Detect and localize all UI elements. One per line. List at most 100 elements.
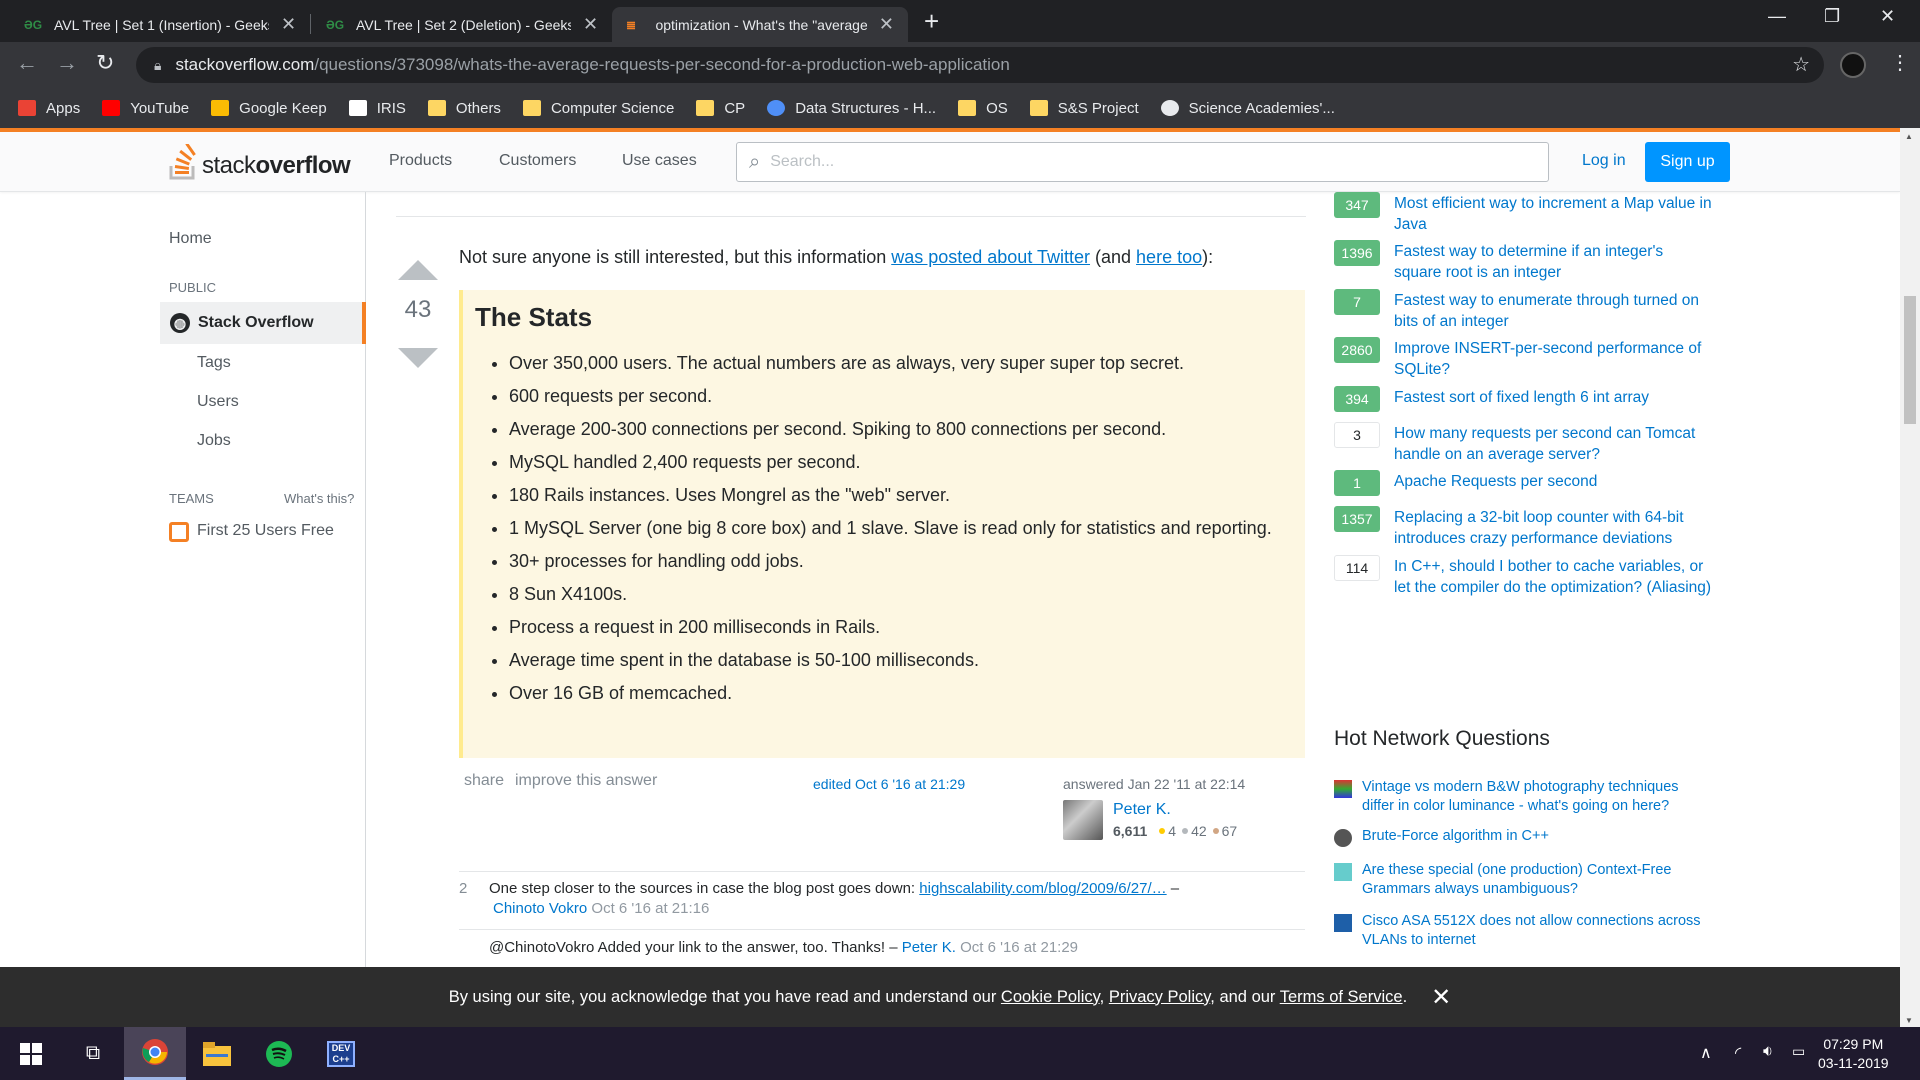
bookmark-star-icon[interactable]: ☆ <box>1792 52 1810 77</box>
bookmark-label: S&S Project <box>1057 99 1139 117</box>
dev-cpp-icon[interactable]: DEV C++ <box>310 1027 372 1080</box>
scroll-down-icon[interactable]: ▼ <box>1905 1016 1913 1025</box>
upvote-button[interactable] <box>398 260 438 280</box>
close-icon[interactable]: ✕ <box>1431 983 1451 1012</box>
twitter-post-link[interactable]: was posted about Twitter <box>891 247 1090 267</box>
comment-author-link[interactable]: Peter K. <box>902 939 956 956</box>
task-view-icon[interactable]: ⧉ <box>62 1027 124 1080</box>
reload-button[interactable]: ↻ <box>96 50 114 76</box>
restore-button[interactable]: ❐ <box>1824 6 1840 27</box>
bookmark-4[interactable]: Others <box>427 100 501 117</box>
scrollbar-thumb[interactable] <box>1904 296 1916 424</box>
chrome-icon[interactable] <box>124 1027 186 1080</box>
bookmark-0[interactable]: Apps <box>18 100 80 117</box>
new-tab-button[interactable]: + <box>924 6 939 37</box>
gold-badge-count: 4 <box>1168 823 1177 839</box>
related-question-link[interactable]: How many requests per second can Tomcat … <box>1394 423 1714 465</box>
close-icon[interactable]: ✕ <box>879 14 894 35</box>
share-link[interactable]: share <box>464 772 504 790</box>
related-question-link[interactable]: Fastest sort of fixed length 6 int array <box>1394 387 1714 408</box>
forward-button[interactable]: → <box>56 50 78 76</box>
stackoverflow-logo[interactable]: stackoverflow <box>168 142 351 180</box>
search-input[interactable]: ⌕ Search... <box>736 142 1549 182</box>
whats-this-link[interactable]: What's this? <box>284 491 354 506</box>
bookmark-2[interactable]: Google Keep <box>211 100 327 117</box>
comment: 2 One step closer to the sources in case … <box>459 879 1259 919</box>
extension-icon[interactable] <box>1840 52 1866 78</box>
tab-avl-deletion[interactable]: ƏG AVL Tree | Set 2 (Deletion) - Geeksfo… <box>312 7 612 42</box>
comment-author-link[interactable]: Chinoto Vokro <box>493 900 587 917</box>
cookie-policy-link[interactable]: Cookie Policy <box>1001 988 1100 1006</box>
downvote-button[interactable] <box>398 348 438 368</box>
browser-menu-icon[interactable]: ⋮ <box>1890 50 1910 75</box>
nav-use-cases[interactable]: Use cases <box>622 152 697 170</box>
related-score: 347 <box>1334 192 1380 218</box>
nav-users[interactable]: Users <box>197 393 239 411</box>
nav-stack-overflow[interactable]: ◍ Stack Overflow <box>160 302 366 344</box>
signup-button[interactable]: Sign up <box>1645 142 1730 182</box>
scroll-up-icon[interactable]: ▲ <box>1905 132 1913 141</box>
bronze-badge-count: 67 <box>1221 823 1238 839</box>
first-25-users-link[interactable]: First 25 Users Free <box>197 522 334 540</box>
highscalability-link[interactable]: highscalability.com/blog/2009/6/27/… <box>919 880 1166 897</box>
hot-network-link[interactable]: Are these special (one production) Conte… <box>1362 861 1702 899</box>
tab-avl-insertion[interactable]: ƏG AVL Tree | Set 1 (Insertion) - Geeksf… <box>10 7 310 42</box>
hot-network-link[interactable]: Vintage vs modern B&W photography techni… <box>1362 778 1702 816</box>
tab-stackoverflow[interactable]: ≣ optimization - What's the "average req… <box>612 7 908 42</box>
nav-tags[interactable]: Tags <box>197 354 231 372</box>
bookmark-10[interactable]: Science Academies'... <box>1160 100 1335 117</box>
spotify-icon[interactable] <box>248 1027 310 1080</box>
related-question-link[interactable]: Replacing a 32-bit loop counter with 64-… <box>1394 507 1714 549</box>
bookmark-5[interactable]: Computer Science <box>522 100 674 117</box>
nav-jobs[interactable]: Jobs <box>197 432 231 450</box>
edited-timestamp-link[interactable]: edited Oct 6 '16 at 21:29 <box>813 776 965 792</box>
wifi-icon[interactable]: ◜ <box>1735 1043 1741 1063</box>
window-close-button[interactable]: ✕ <box>1880 6 1895 27</box>
avatar[interactable] <box>1063 800 1103 840</box>
related-score: 114 <box>1334 555 1380 581</box>
related-question-link[interactable]: Fastest way to determine if an integer's… <box>1394 241 1714 283</box>
cookie-text-part: , and our <box>1210 987 1280 1006</box>
related-question-link[interactable]: Fastest way to enumerate through turned … <box>1394 290 1714 332</box>
bookmark-3[interactable]: IRIS <box>348 100 406 117</box>
answer-author-link[interactable]: Peter K. <box>1113 801 1171 819</box>
search-placeholder: Search... <box>770 153 835 170</box>
back-button[interactable]: ← <box>16 50 38 76</box>
related-question-link[interactable]: Apache Requests per second <box>1394 471 1714 492</box>
youtube-icon <box>102 100 121 116</box>
url-path: /questions/373098/whats-the-average-requ… <box>314 55 1010 74</box>
page-scrollbar[interactable]: ▲ ▼ <box>1900 128 1920 1027</box>
related-question-link[interactable]: In C++, should I bother to cache variabl… <box>1394 556 1714 598</box>
cookie-text-part: , <box>1099 987 1109 1006</box>
hot-network-link[interactable]: Cisco ASA 5512X does not allow connectio… <box>1362 912 1702 950</box>
battery-icon[interactable]: ▭ <box>1792 1043 1805 1060</box>
related-question-link[interactable]: Most efficient way to increment a Map va… <box>1394 193 1714 235</box>
windows-start-icon[interactable] <box>0 1027 62 1080</box>
bookmark-8[interactable]: OS <box>958 100 1008 117</box>
terms-of-service-link[interactable]: Terms of Service <box>1280 988 1403 1006</box>
tab-separator <box>310 14 311 34</box>
close-icon[interactable]: ✕ <box>281 14 296 35</box>
bookmark-6[interactable]: CP <box>696 100 745 117</box>
nav-customers[interactable]: Customers <box>499 152 576 170</box>
address-bar[interactable]: 🔒︎ stackoverflow.com/questions/373098/wh… <box>136 47 1824 83</box>
privacy-policy-link[interactable]: Privacy Policy <box>1109 988 1210 1006</box>
bookmark-9[interactable]: S&S Project <box>1029 99 1139 117</box>
hot-network-link[interactable]: Brute-Force algorithm in C++ <box>1362 827 1702 846</box>
nav-home[interactable]: Home <box>169 230 212 248</box>
folder-icon <box>696 100 715 116</box>
related-question-link[interactable]: Improve INSERT-per-second performance of… <box>1394 338 1714 380</box>
related-score: 2860 <box>1334 337 1380 363</box>
close-icon[interactable]: ✕ <box>583 14 598 35</box>
bookmark-7[interactable]: Data Structures - H... <box>767 100 936 117</box>
chevron-up-icon[interactable]: ∧ <box>1700 1043 1712 1063</box>
bookmark-1[interactable]: YouTube <box>102 100 189 117</box>
system-clock[interactable]: 07:29 PM 03-11-2019 <box>1818 1035 1889 1073</box>
file-explorer-icon[interactable] <box>186 1027 248 1080</box>
nav-products[interactable]: Products <box>389 152 452 170</box>
here-too-link[interactable]: here too <box>1136 247 1202 267</box>
volume-icon[interactable]: 🔉︎ <box>1763 1043 1773 1061</box>
minimize-button[interactable]: — <box>1768 6 1786 27</box>
login-link[interactable]: Log in <box>1582 152 1626 170</box>
improve-answer-link[interactable]: improve this answer <box>515 772 657 790</box>
